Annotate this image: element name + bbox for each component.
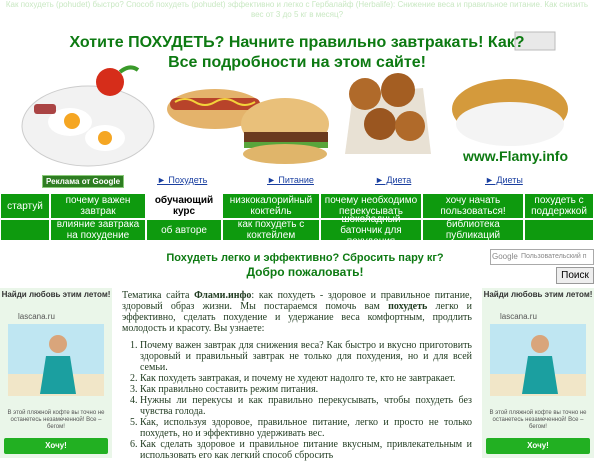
search-button[interactable]: Поиск: [556, 267, 594, 284]
ad-link-pitanie[interactable]: ► Питание: [267, 175, 314, 185]
list-item: Почему важен завтрак для снижения веса? …: [140, 340, 472, 373]
ad-link-diety[interactable]: ► Диеты: [485, 175, 523, 185]
ad-link-pohudet[interactable]: ► Похудеть: [157, 175, 207, 185]
site-url[interactable]: www.Flamy.info: [463, 148, 568, 164]
ad-title: Найди любовь этим летом!: [483, 290, 593, 299]
ads-by-google-label[interactable]: Реклама от Google: [42, 175, 125, 188]
ad-description: В этой пляжной кофте вы точно не останет…: [489, 410, 587, 430]
nav-start-using[interactable]: хочу начать пользоваться!: [422, 193, 524, 219]
nav-support[interactable]: похудеть с поддержкой: [524, 193, 594, 219]
ad-cta-button[interactable]: Хочу!: [4, 438, 108, 454]
ad-description: В этой пляжной кофте вы точно не останет…: [7, 410, 105, 430]
nav-course[interactable]: обучающий курс: [146, 193, 222, 219]
nav-breakfast-influence[interactable]: влияние завтрака на похудение: [50, 219, 146, 241]
main-navigation: стартуй почему важен завтрак обучающий к…: [0, 193, 594, 247]
site-name: Флами.инфо: [194, 290, 252, 301]
ad-photo: [490, 324, 586, 396]
list-item: Как, используя здоровое, правильное пита…: [140, 417, 472, 439]
ad-cta-button[interactable]: Хочу!: [486, 438, 590, 454]
left-ad[interactable]: Найди любовь этим летом! lascana.ru В эт…: [0, 288, 112, 458]
nav-empty-2: [524, 219, 594, 241]
nav-chocolate-bar[interactable]: шоколадный батончик для похудения: [320, 214, 422, 247]
ad-link-dieta[interactable]: ► Диета: [375, 175, 411, 185]
benefits-list: Почему важен завтрак для снижения веса? …: [122, 340, 472, 461]
ad-title: Найди любовь этим летом!: [1, 290, 111, 299]
ad-links-bar: Реклама от Google ► Похудеть ► Питание ►…: [0, 175, 594, 189]
list-item: Как правильно составить режим питания.: [140, 384, 472, 395]
google-logo: Google: [492, 252, 518, 261]
nav-empty: [0, 219, 50, 241]
banner-headline: Хотите ПОХУДЕТЬ? Начните правильно завтр…: [69, 34, 525, 51]
nav-library[interactable]: библиотека публикаций: [422, 219, 524, 241]
banner-subheadline: Все подробности на этом сайте!: [168, 54, 426, 71]
right-ad[interactable]: Найди любовь этим летом! lascana.ru В эт…: [482, 288, 594, 458]
main-content: Тематика сайта Флами.инфо: как похудеть …: [122, 290, 472, 461]
nav-cocktail[interactable]: низкокалорийный коктейль: [222, 193, 320, 219]
list-item: Нужны ли перекусы и как правильно переку…: [140, 395, 472, 417]
list-item: Как похудеть завтракая, и почему не худе…: [140, 373, 472, 384]
intro-paragraph: Тематика сайта Флами.инфо: как похудеть …: [122, 290, 472, 334]
ad-source: lascana.ru: [18, 312, 55, 321]
ad-source: lascana.ru: [500, 312, 537, 321]
main-title: Похудеть легко и эффективно? Сбросить па…: [166, 252, 444, 264]
nav-about-author[interactable]: об авторе: [146, 219, 222, 241]
keyword-pohudet[interactable]: похудеть: [388, 301, 427, 312]
nav-why-breakfast[interactable]: почему важен завтрак: [50, 193, 146, 219]
main-subtitle: Добро пожаловать!: [246, 265, 364, 279]
ad-photo: [8, 324, 104, 396]
nav-how-cocktail[interactable]: как похудеть с коктейлем: [222, 219, 320, 241]
nav-start[interactable]: стартуй: [0, 193, 50, 219]
